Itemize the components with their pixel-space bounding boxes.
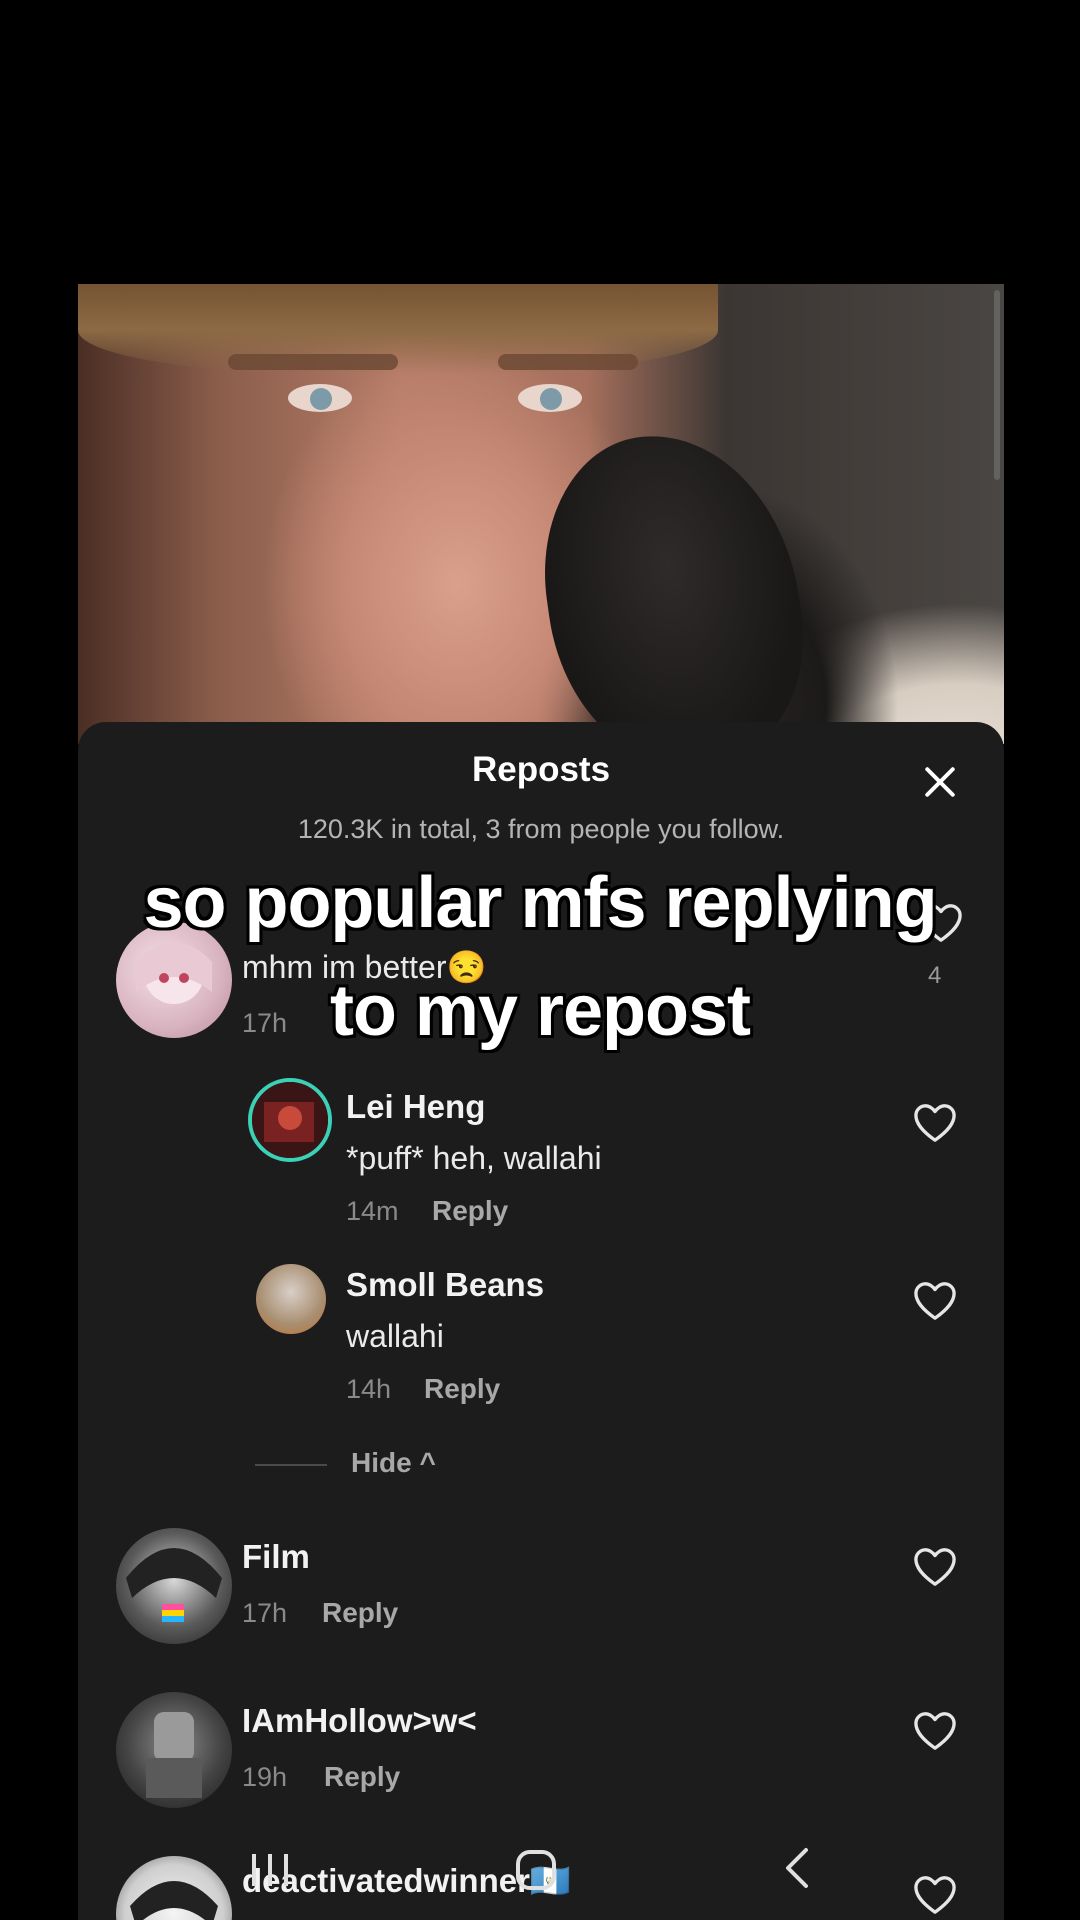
eye-shape xyxy=(518,384,582,412)
comment-time: 14m xyxy=(346,1196,399,1226)
heart-icon[interactable] xyxy=(912,1280,958,1322)
commenter-name[interactable]: Lei Heng xyxy=(346,1088,485,1126)
sheet-subtitle: 120.3K in total, 3 from people you follo… xyxy=(297,814,785,844)
system-nav-bar xyxy=(0,1840,1080,1920)
recent-apps-icon[interactable] xyxy=(246,1850,296,1890)
avatar[interactable] xyxy=(256,1264,326,1334)
brow-shape xyxy=(498,354,638,370)
divider-line xyxy=(255,1464,327,1466)
comment-time: 14h xyxy=(346,1374,392,1404)
eye-shape xyxy=(288,384,352,412)
reply-button[interactable]: Reply xyxy=(424,1373,500,1405)
avatar-art xyxy=(126,1548,222,1622)
comment-text: *puff* heh, wallahi xyxy=(346,1140,602,1176)
hide-replies-button[interactable]: Hide ^ xyxy=(351,1447,436,1479)
avatar[interactable] xyxy=(116,1528,232,1644)
close-icon[interactable] xyxy=(920,762,960,802)
video-scrollbar[interactable] xyxy=(994,290,1000,480)
avatar[interactable] xyxy=(116,1692,232,1808)
heart-icon[interactable] xyxy=(912,1102,958,1144)
comment-time: 19h xyxy=(242,1762,288,1792)
commenter-name[interactable]: Smoll Beans xyxy=(346,1266,544,1304)
commenter-name[interactable]: IAmHollow>w< xyxy=(242,1702,477,1740)
avatar-art xyxy=(252,1082,328,1158)
sheet-title: Reposts xyxy=(471,750,611,789)
brow-shape xyxy=(228,354,398,370)
back-icon[interactable] xyxy=(780,1846,814,1890)
video-background-photo xyxy=(78,284,1004,744)
avatar-art xyxy=(146,1712,202,1798)
heart-icon[interactable] xyxy=(912,1546,958,1588)
reply-button[interactable]: Reply xyxy=(324,1761,400,1793)
home-icon[interactable] xyxy=(512,1848,560,1892)
comment-time: 17h xyxy=(242,1598,288,1628)
avatar[interactable] xyxy=(248,1078,332,1162)
cat-shape xyxy=(526,418,820,744)
reply-button[interactable]: Reply xyxy=(432,1195,508,1227)
reply-button[interactable]: Reply xyxy=(322,1597,398,1629)
caption-line-2: to my repost xyxy=(329,971,751,1051)
heart-icon[interactable] xyxy=(912,1710,958,1752)
commenter-name[interactable]: Film xyxy=(242,1538,310,1576)
caption-line-1: so popular mfs replying xyxy=(143,863,937,943)
comment-text: wallahi xyxy=(346,1318,444,1354)
